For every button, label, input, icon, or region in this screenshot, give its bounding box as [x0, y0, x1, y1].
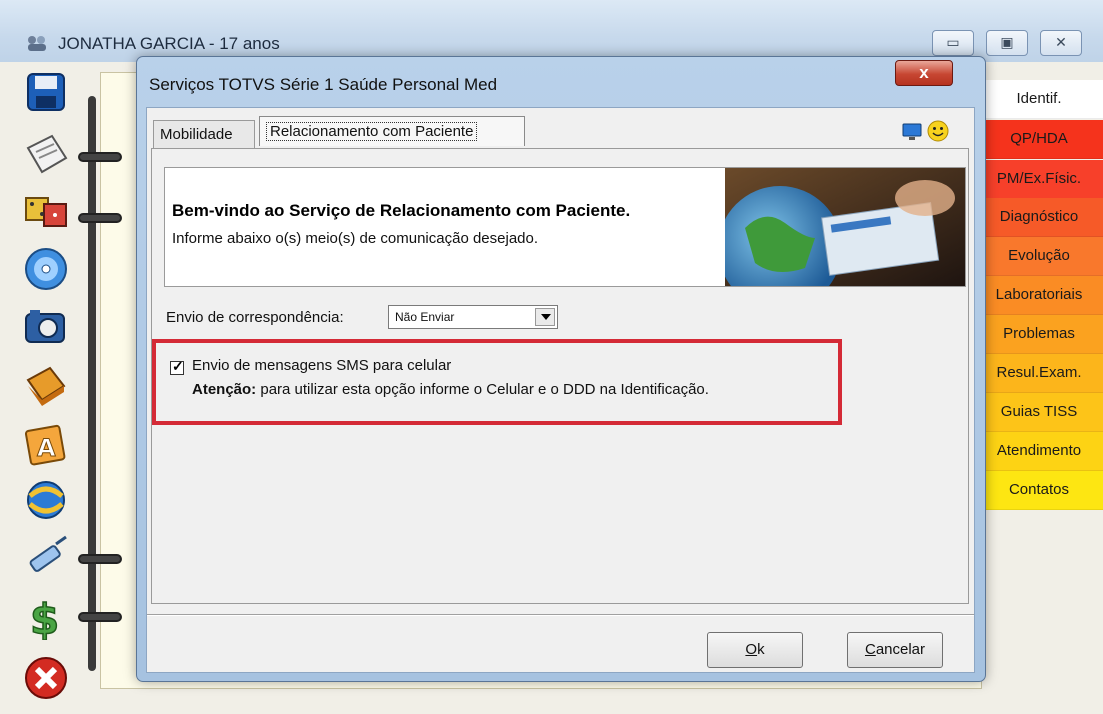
cancel-button-label: Cancelar: [864, 641, 926, 658]
globe-communication-image: [725, 168, 965, 286]
tab-label: Relacionamento com Paciente: [266, 122, 478, 141]
warning-title: Atenção:: [192, 381, 257, 398]
tab-diagnostico[interactable]: Diagnóstico: [975, 198, 1103, 237]
maximize-button[interactable]: ▣: [986, 30, 1028, 56]
close-icon: ✕: [1055, 34, 1067, 50]
tab-guias-tiss[interactable]: Guias TISS: [975, 393, 1103, 432]
tab-relacionamento-paciente[interactable]: Relacionamento com Paciente: [259, 116, 525, 146]
exit-x-icon[interactable]: [22, 654, 70, 702]
books-icon[interactable]: [22, 360, 70, 408]
tab-contatos[interactable]: Contatos: [975, 471, 1103, 510]
dice-icon[interactable]: [22, 188, 70, 236]
svg-text:$: $: [30, 595, 59, 640]
sms-highlight-box: ✓ Envio de mensagens SMS para celular At…: [152, 339, 842, 425]
tab-atendimento[interactable]: Atendimento: [975, 432, 1103, 471]
minimize-icon: ▭: [946, 34, 960, 50]
sms-checkbox[interactable]: ✓: [170, 358, 184, 375]
dialog-tab-strip: Mobilidade Relacionamento com Paciente: [147, 108, 974, 152]
correspondence-label: Envio de correspondência:: [166, 309, 344, 326]
dialog-close-button[interactable]: x: [895, 60, 953, 86]
tab-laboratoriais[interactable]: Laboratoriais: [975, 276, 1103, 315]
tab-identif[interactable]: Identif.: [975, 80, 1103, 119]
tab-label: Resul.Exam.: [996, 364, 1082, 381]
checkmark-icon: ✓: [172, 358, 184, 374]
binder-ring: [78, 213, 122, 223]
ok-button-label: Ok: [745, 641, 765, 658]
tab-mobilidade[interactable]: Mobilidade: [153, 120, 255, 148]
correspondence-select[interactable]: Não Enviar: [388, 305, 558, 329]
minimize-button[interactable]: ▭: [932, 30, 974, 56]
button-separator: [147, 614, 974, 616]
tab-label: Mobilidade: [160, 126, 233, 143]
sms-option-label[interactable]: Envio de mensagens SMS para celular: [192, 357, 451, 374]
sms-warning-text: Atenção: para utilizar esta opção inform…: [192, 381, 709, 398]
main-titlebar: JONATHA GARCIA - 17 anos ▭ ▣ ✕: [0, 0, 1103, 63]
tab-resul-exam[interactable]: Resul.Exam.: [975, 354, 1103, 393]
main-window-title: JONATHA GARCIA - 17 anos: [58, 34, 280, 53]
dropdown-arrow-icon[interactable]: [535, 308, 555, 326]
close-window-button[interactable]: ✕: [1040, 30, 1082, 56]
binder-ring: [78, 554, 122, 564]
cd-disc-icon[interactable]: [22, 245, 70, 293]
patient-group-icon: [28, 36, 46, 51]
tab-label: PM/Ex.Físic.: [996, 170, 1082, 187]
relacionamento-panel: Bem-vindo ao Serviço de Relacionamento c…: [151, 148, 969, 604]
services-dialog: Serviços TOTVS Série 1 Saúde Personal Me…: [136, 56, 986, 682]
letter-a-icon[interactable]: A: [22, 420, 70, 468]
svg-text:A: A: [37, 434, 56, 462]
warning-text: para utilizar esta opção informe o Celul…: [256, 381, 709, 398]
dialog-content: Mobilidade Relacionamento com Paciente B…: [146, 107, 975, 673]
save-disk-icon[interactable]: [22, 68, 70, 116]
banner-subtext: Informe abaixo o(s) meio(s) de comunicaç…: [172, 230, 539, 247]
welcome-banner: Bem-vindo ao Serviço de Relacionamento c…: [164, 167, 966, 287]
tab-label: Identif.: [1016, 90, 1062, 107]
syringe-icon[interactable]: [22, 534, 70, 582]
tab-label: Laboratoriais: [995, 286, 1083, 303]
binder-ring: [78, 152, 122, 162]
dialog-title: Serviços TOTVS Série 1 Saúde Personal Me…: [149, 75, 498, 94]
tab-label: Diagnóstico: [999, 208, 1079, 225]
correspondence-selected-value: Não Enviar: [395, 310, 455, 324]
exchange-globe-icon[interactable]: [22, 476, 70, 524]
notepad-icon[interactable]: [22, 130, 70, 178]
tab-label: QP/HDA: [1010, 130, 1068, 147]
tab-evolucao[interactable]: Evolução: [975, 237, 1103, 276]
close-icon: x: [919, 63, 929, 82]
binder-ring: [78, 612, 122, 622]
tab-problemas[interactable]: Problemas: [975, 315, 1103, 354]
tab-label: Evolução: [1008, 247, 1070, 264]
tab-label: Atendimento: [996, 442, 1082, 459]
camera-icon[interactable]: [22, 302, 70, 350]
tab-label: Guias TISS: [1000, 403, 1078, 420]
cancel-button[interactable]: Cancelar: [847, 632, 943, 668]
binder-rail: [88, 96, 96, 671]
dollar-icon[interactable]: $: [22, 592, 70, 640]
maximize-icon: ▣: [1000, 34, 1014, 50]
smiley-icon[interactable]: [927, 120, 949, 142]
tab-label: Problemas: [1003, 325, 1075, 342]
tab-label: Contatos: [1008, 481, 1070, 498]
tab-qp-hda[interactable]: QP/HDA: [975, 120, 1103, 159]
ok-button[interactable]: Ok: [707, 632, 803, 668]
tab-pm-ex-fisic[interactable]: PM/Ex.Físic.: [975, 160, 1103, 199]
banner-heading: Bem-vindo ao Serviço de Relacionamento c…: [172, 201, 631, 220]
monitor-icon[interactable]: [902, 122, 922, 142]
